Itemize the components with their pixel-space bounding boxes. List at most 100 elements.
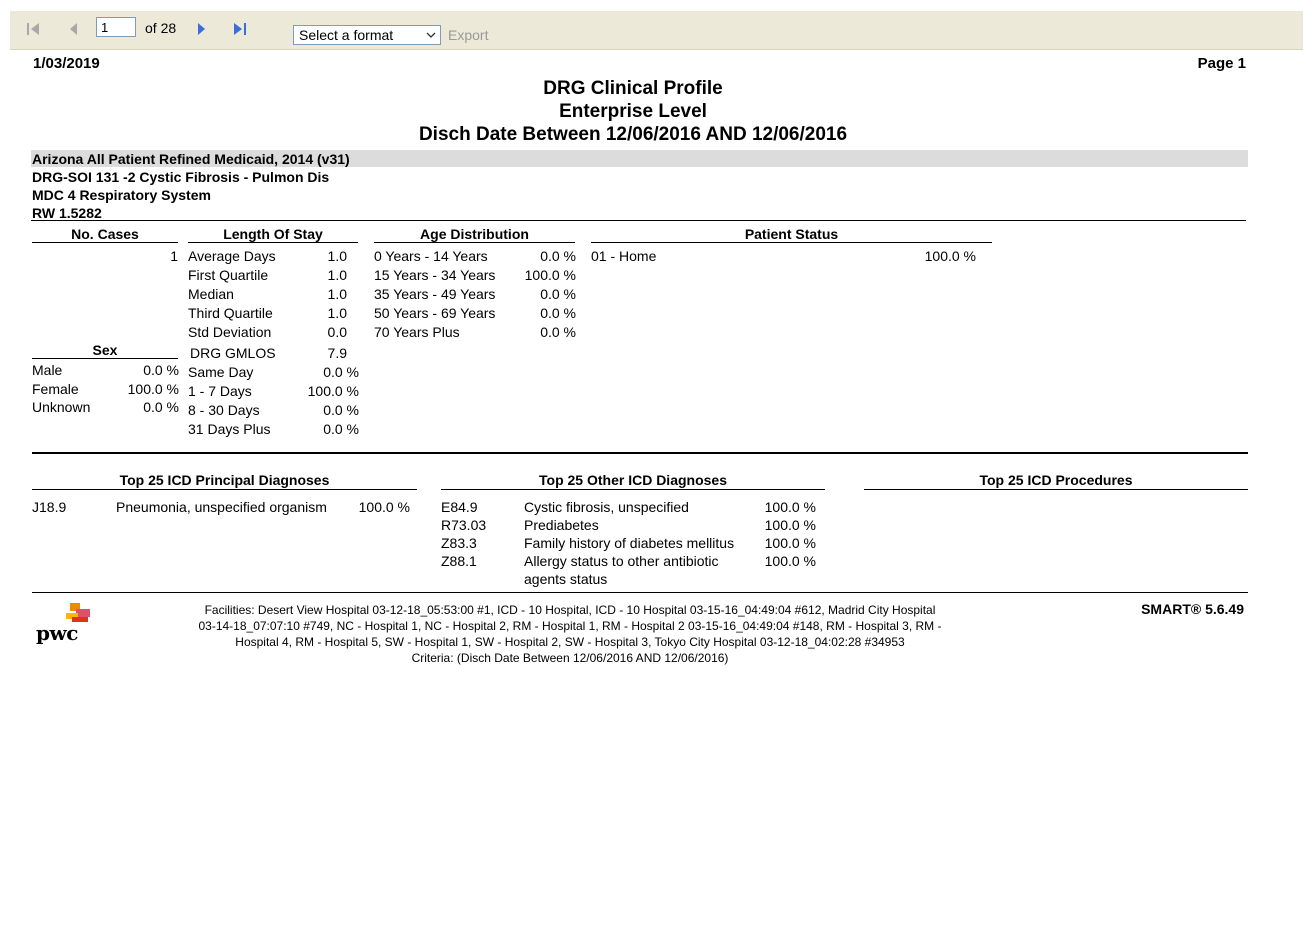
sex-label: Unknown — [32, 399, 91, 415]
other-dx-value: 100.0 % — [764, 553, 816, 569]
los-label: Third Quartile — [188, 305, 273, 321]
status-underline — [591, 242, 992, 243]
other-dx-value: 100.0 % — [764, 499, 816, 515]
principal-dx-underline — [32, 489, 417, 490]
los-value: 100.0 % — [307, 383, 359, 399]
status-header: Patient Status — [744, 226, 839, 242]
other-dx-code: Z83.3 — [441, 535, 477, 551]
age-label: 70 Years Plus — [374, 324, 460, 340]
report-subtitle: Enterprise Level — [559, 101, 707, 122]
page-number-input[interactable]: 1 — [96, 17, 136, 37]
other-dx-code: Z88.1 — [441, 553, 477, 569]
other-dx-description-continued: agents status — [524, 571, 608, 587]
cases-underline — [32, 242, 178, 243]
cases-header: No. Cases — [71, 226, 139, 242]
footer-divider — [32, 592, 1248, 593]
procedures-header: Top 25 ICD Procedures — [979, 472, 1133, 488]
other-dx-code: R73.03 — [441, 517, 487, 533]
sex-underline — [32, 358, 178, 359]
other-dx-value: 100.0 % — [764, 535, 816, 551]
cases-value: 1 — [170, 248, 178, 264]
sex-value: 0.0 % — [143, 399, 179, 415]
los-value: 1.0 — [327, 267, 347, 283]
los-label: 8 - 30 Days — [188, 402, 260, 418]
principal-dx-code: J18.9 — [32, 499, 67, 515]
los-label: Average Days — [188, 248, 276, 264]
los-value: 0.0 % — [323, 364, 359, 380]
status-label: 01 - Home — [591, 248, 657, 264]
los-value: 1.0 — [327, 305, 347, 321]
los-header: Length Of Stay — [223, 226, 323, 242]
age-value: 0.0 % — [540, 305, 576, 321]
first-page-icon[interactable] — [26, 20, 42, 38]
facilities-line: Hospital 4, RM - Hospital 5, SW - Hospit… — [235, 635, 905, 649]
los-value: 7.9 — [327, 345, 347, 361]
sex-label: Male — [32, 362, 63, 378]
export-format-value: Select a format — [299, 27, 394, 43]
los-label: First Quartile — [188, 267, 269, 283]
page-count-label: of 28 — [145, 20, 177, 36]
principal-dx-header: Top 25 ICD Principal Diagnoses — [119, 472, 330, 488]
other-dx-header: Top 25 Other ICD Diagnoses — [539, 472, 727, 488]
report-date: 1/03/2019 — [33, 55, 100, 72]
sex-value: 100.0 % — [127, 381, 179, 397]
other-dx-description: Prediabetes — [524, 517, 599, 533]
other-dx-description: Family history of diabetes mellitus — [524, 535, 735, 551]
report-page-label: Page 1 — [1197, 55, 1246, 72]
los-label: Same Day — [188, 364, 254, 380]
report-criteria-title: Disch Date Between 12/06/2016 AND 12/06/… — [418, 124, 848, 145]
facilities-line: Facilities: Desert View Hospital 03-12-1… — [204, 603, 936, 617]
other-dx-value: 100.0 % — [764, 517, 816, 533]
status-value: 100.0 % — [924, 248, 976, 264]
age-label: 35 Years - 49 Years — [374, 286, 496, 302]
header-divider — [31, 220, 1246, 221]
relative-weight: RW 1.5282 — [32, 205, 102, 221]
report-title: DRG Clinical Profile — [543, 78, 723, 99]
next-page-icon[interactable] — [195, 20, 207, 38]
los-label: DRG GMLOS — [190, 345, 276, 361]
age-label: 15 Years - 34 Years — [374, 267, 496, 283]
los-label: 31 Days Plus — [188, 421, 271, 437]
sex-value: 0.0 % — [143, 362, 179, 378]
pwc-logo-text: pwc — [36, 621, 78, 645]
footer-facilities: Facilities: Desert View Hospital 03-12-1… — [160, 602, 980, 666]
age-label: 50 Years - 69 Years — [374, 305, 496, 321]
export-link[interactable]: Export — [448, 27, 488, 43]
age-underline — [374, 242, 575, 243]
export-format-select[interactable]: Select a format — [293, 25, 441, 45]
age-value: 0.0 % — [540, 286, 576, 302]
footer-criteria: Criteria: (Disch Date Between 12/06/2016… — [411, 651, 729, 665]
los-label: Median — [188, 286, 234, 302]
los-value: 0.0 % — [323, 421, 359, 437]
facilities-line: 03-14-18_07:07:10 #749, NC - Hospital 1,… — [198, 619, 942, 633]
other-dx-description: Cystic fibrosis, unspecified — [524, 499, 689, 515]
los-value: 1.0 — [327, 248, 347, 264]
other-dx-code: E84.9 — [441, 499, 478, 515]
last-page-icon[interactable] — [232, 20, 248, 38]
sex-label: Female — [32, 381, 79, 397]
grouper-name: Arizona All Patient Refined Medicaid, 20… — [32, 151, 350, 167]
los-value: 0.0 — [327, 324, 347, 340]
age-value: 0.0 % — [540, 324, 576, 340]
previous-page-icon[interactable] — [68, 20, 80, 38]
los-underline — [188, 242, 358, 243]
pwc-logo: pwc — [36, 601, 96, 645]
age-value: 100.0 % — [524, 267, 576, 283]
principal-dx-value: 100.0 % — [358, 499, 410, 515]
los-label: 1 - 7 Days — [188, 383, 252, 399]
chevron-down-icon — [426, 26, 436, 50]
los-value: 1.0 — [327, 286, 347, 302]
software-version: SMART® 5.6.49 — [1141, 601, 1244, 617]
section-divider — [32, 452, 1248, 454]
los-value: 0.0 % — [323, 402, 359, 418]
principal-dx-description: Pneumonia, unspecified organism — [116, 499, 327, 515]
age-value: 0.0 % — [540, 248, 576, 264]
other-dx-description: Allergy status to other antibiotic — [524, 553, 719, 569]
mdc-description: MDC 4 Respiratory System — [32, 187, 211, 203]
sex-header: Sex — [92, 342, 118, 358]
report-toolbar: 1 of 28 Select a format Export — [10, 11, 1303, 50]
drg-description: DRG-SOI 131 -2 Cystic Fibrosis - Pulmon … — [32, 169, 330, 185]
age-header: Age Distribution — [420, 226, 529, 242]
los-label: Std Deviation — [188, 324, 272, 340]
procedures-underline — [864, 489, 1248, 490]
